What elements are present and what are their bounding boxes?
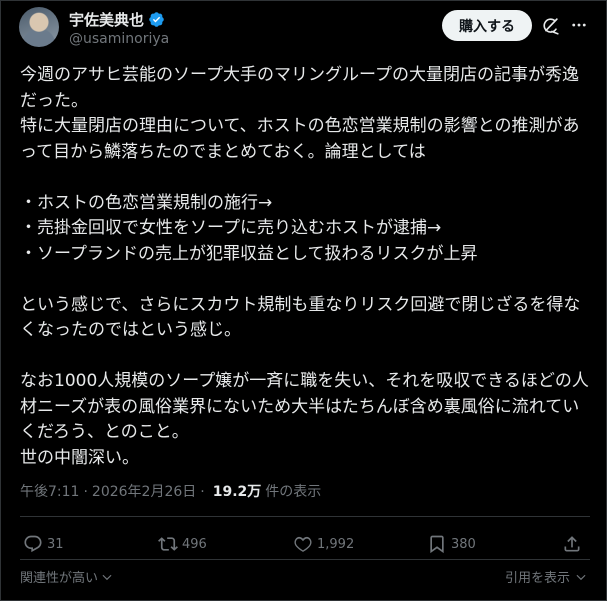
post-line: ・ホストの色恋営業規制の施行→ — [20, 192, 273, 213]
repost-icon — [158, 537, 178, 551]
divider — [20, 559, 590, 560]
like-count: 1,992 — [317, 536, 355, 552]
reply-button[interactable]: 31 — [23, 532, 64, 556]
repost-count: 496 — [182, 536, 207, 552]
meta-separator: · — [83, 484, 88, 500]
post-date[interactable]: 2026年2月26日 — [92, 481, 196, 501]
post-line: 特に大量閉店の理由について、ホストの色恋営業規制の影響との推測があって目から鱗落… — [20, 116, 580, 162]
bookmark-button[interactable]: 380 — [427, 532, 476, 556]
post-line: ・売掛金回収で女性をソープに売り込むホストが逮捕→ — [20, 218, 442, 238]
chevron-down-icon — [102, 574, 112, 580]
author-name-row[interactable]: 宇佐美典也 — [69, 9, 165, 29]
post-line: 今週のアサヒ芸能のソープ大手のマリングループの大量閉店の記事が秀逸だった。 — [20, 65, 579, 111]
post-time[interactable]: 午後7:11 — [20, 481, 79, 501]
post-meta: 午後7:11 · 2026年2月26日 · 19.2万 件の表示 — [20, 481, 321, 501]
author-handle[interactable]: @usaminoriya — [69, 31, 169, 47]
like-button[interactable]: 1,992 — [293, 532, 354, 556]
post-blank-line — [20, 165, 590, 191]
view-quotes-link[interactable]: 引用を表示 — [505, 567, 588, 586]
post-line: という感じで、さらにスカウト規制も重なりリスク回避で閉じざるを得なくなったのでは… — [20, 294, 581, 341]
post-card: 宇佐美典也 @usaminoriya 購入する 今週のアサヒ芸能のソープ大手のマ… — [0, 0, 607, 601]
post-line: ・ソープランドの売上が犯罪収益として扱わるリスクが上昇 — [20, 243, 478, 264]
post-blank-line — [20, 267, 590, 293]
bookmark-icon — [430, 535, 444, 554]
share-icon — [564, 536, 580, 552]
repost-button[interactable]: 496 — [158, 532, 207, 556]
divider — [20, 516, 590, 517]
views-count[interactable]: 19.2万 — [213, 481, 262, 501]
chevron-down-icon — [576, 574, 586, 580]
reply-count: 31 — [47, 536, 64, 552]
avatar[interactable] — [19, 7, 59, 47]
post-line: 世の中闇深い。 — [20, 447, 139, 468]
quotes-label: 引用を表示 — [504, 571, 570, 586]
share-button[interactable] — [562, 532, 582, 556]
meta-separator: · — [200, 484, 205, 500]
reply-icon — [24, 535, 42, 553]
post-line: なお1000人規模のソープ嬢が一斉に職を失い、それを吸収できるほどの人材ニーズが… — [20, 371, 589, 442]
author-display-name[interactable]: 宇佐美典也 — [69, 9, 144, 30]
sort-replies-dropdown[interactable]: 関連性が高い — [20, 567, 114, 586]
views-label: 件の表示 — [265, 484, 322, 500]
bookmark-count: 380 — [451, 536, 476, 552]
post-blank-line — [20, 344, 590, 370]
like-icon — [294, 536, 312, 552]
verified-badge-icon — [149, 11, 164, 27]
grok-icon[interactable] — [539, 15, 561, 37]
more-icon[interactable] — [569, 15, 589, 35]
subscribe-button[interactable]: 購入する — [442, 10, 532, 41]
post-text: 今週のアサヒ芸能のソープ大手のマリングループの大量閉店の記事が秀逸だった。 特に… — [20, 63, 590, 471]
sort-label: 関連性が高い — [20, 571, 99, 586]
